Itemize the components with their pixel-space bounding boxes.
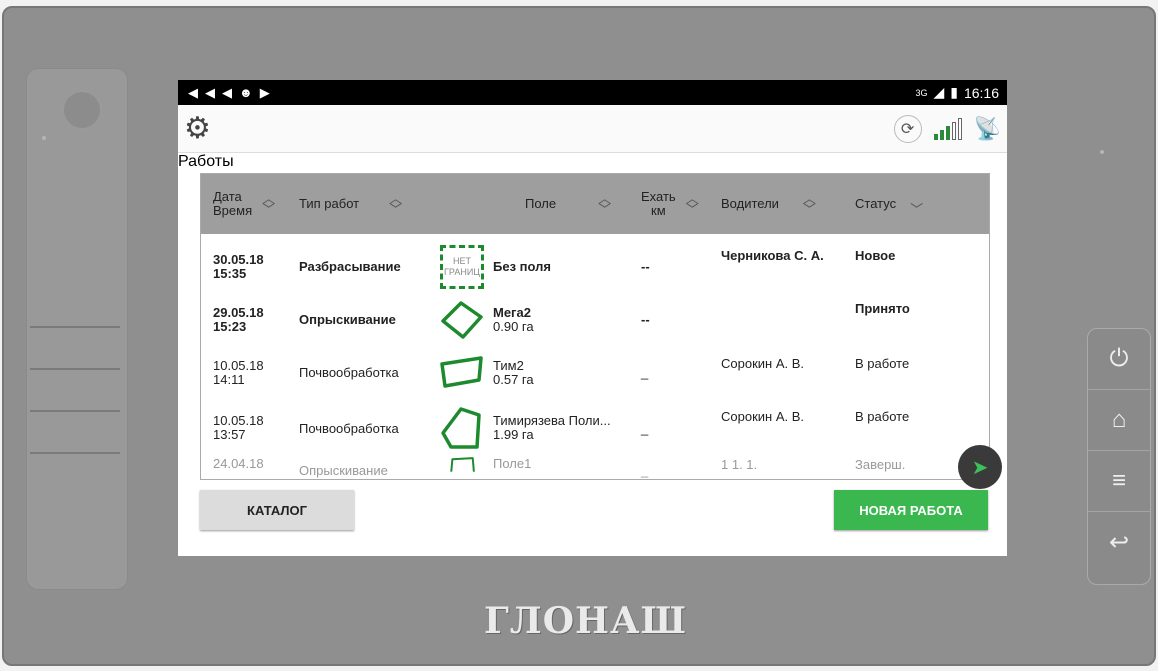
row-date: 29.05.18: [213, 304, 264, 320]
sync-icon[interactable]: ⟳: [893, 114, 922, 143]
row-km: _: [641, 365, 649, 380]
row-date: 10.05.18: [213, 357, 264, 373]
clock: 16:16: [963, 84, 999, 101]
hardware-buttons: ⏻ ⌂ ≡ ↩: [1087, 328, 1151, 585]
column-km-header[interactable]: Ехать км ︿ ﹀: [641, 190, 721, 218]
row-area: 0.90 га: [493, 318, 534, 334]
row-field: Мега2: [493, 304, 531, 320]
sort-icon[interactable]: ︿﹀: [803, 192, 816, 216]
signal-strength-icon: [933, 117, 962, 140]
row-type: Опрыскивание: [299, 463, 388, 478]
navigation-arrow-icon: ➤: [971, 456, 989, 479]
notification-icon: ▶: [259, 84, 271, 100]
row-status: Принято: [855, 301, 910, 316]
table-row[interactable]: 24.04.18 Опрыскивание Поле1 _ 1 1. 1. За…: [201, 456, 989, 479]
table-row[interactable]: 30.05.18 15:35 Разбрасывание НЕТ ГРАНИЦ …: [201, 240, 989, 293]
field-shape: НЕТ ГРАНИЦ: [439, 244, 485, 290]
table-row[interactable]: 29.05.18 15:23 Опрыскивание Мега2 0.90 г…: [201, 293, 989, 346]
camera-icon: [62, 90, 102, 130]
column-field-header[interactable]: Поле ︿ ﹀: [439, 192, 641, 216]
sort-icon[interactable]: ︿﹀: [686, 192, 699, 216]
row-drivers: Черникова С. А.: [721, 248, 824, 263]
row-km: _: [641, 463, 649, 478]
menu-icon[interactable]: ≡: [1088, 451, 1150, 512]
row-status: В работе: [855, 356, 910, 371]
row-area: 1.99 га: [493, 427, 534, 442]
notification-icon: ◀: [222, 84, 233, 100]
row-type: Почвообработка: [299, 365, 399, 380]
table-row[interactable]: 10.05.18 14:11 Почвообработка Тим2 0.57 …: [201, 346, 989, 399]
no-boundary-icon: НЕТ ГРАНИЦ: [440, 244, 484, 289]
row-date: 24.04.18: [213, 456, 264, 471]
row-field: Тим2: [493, 357, 524, 373]
column-status-header[interactable]: Статус ︿﹀: [855, 193, 975, 217]
page-title: Работы: [178, 153, 234, 170]
back-icon[interactable]: ↩: [1088, 512, 1150, 572]
catalog-button[interactable]: КАТАЛОГ: [200, 490, 354, 530]
row-drivers: Сорокин А. В.: [721, 409, 804, 424]
app-bar: ⚙ ⟳ 📡: [178, 105, 1007, 153]
row-km: --: [641, 312, 650, 327]
row-drivers: Сорокин А. В.: [721, 356, 804, 371]
notification-icon: ☻: [239, 84, 254, 100]
field-shape: [450, 457, 475, 472]
brand-logo: ГЛОНАШ: [484, 600, 688, 642]
row-time: 15:23: [213, 318, 247, 334]
row-time: 13:57: [213, 427, 246, 442]
field-shape: [440, 355, 483, 388]
speaker-grill: [30, 326, 120, 536]
row-time: 15:35: [213, 265, 247, 281]
cell-signal-icon: ◢: [933, 84, 945, 100]
sensor-dot: [1100, 150, 1104, 154]
row-field: Без поля: [493, 258, 551, 274]
sort-icon[interactable]: ︿﹀: [910, 193, 923, 216]
row-status: В работе: [855, 409, 910, 424]
notification-icon: ◀: [205, 84, 216, 100]
row-date: 10.05.18: [213, 413, 264, 428]
row-type: Разбрасывание: [299, 259, 401, 274]
row-type: Почвообработка: [299, 420, 399, 436]
works-table: Дата Время ︿ ﹀ Тип работ ︿ ﹀ Поле ︿ ﹀ Ехать…: [200, 173, 990, 480]
notification-icons: ◀ ◀ ◀ ☻ ▶: [188, 85, 271, 101]
sensor-dot: [42, 136, 46, 140]
row-km: --: [641, 259, 650, 274]
field-shape: [441, 300, 483, 339]
navigate-button[interactable]: ➤: [958, 445, 1002, 489]
row-km: _: [641, 420, 649, 436]
column-type-header[interactable]: Тип работ ︿ ﹀: [299, 192, 439, 216]
row-drivers: 1 1. 1.: [721, 457, 758, 472]
network-type: 3G: [915, 87, 928, 98]
gear-icon[interactable]: ⚙: [184, 113, 211, 144]
table-header: Дата Время ︿ ﹀ Тип работ ︿ ﹀ Поле ︿ ﹀ Ехать…: [201, 174, 989, 234]
sort-icon[interactable]: ︿﹀: [389, 192, 402, 216]
column-date-header[interactable]: Дата Время ︿ ﹀: [201, 190, 299, 218]
row-type: Опрыскивание: [299, 312, 396, 327]
table-row[interactable]: 10.05.18 13:57 Почвообработка Тимирязева…: [201, 399, 989, 457]
row-date: 30.05.18: [213, 251, 264, 267]
row-status: Заверш.: [855, 457, 906, 472]
new-work-button[interactable]: НОВАЯ РАБОТА: [834, 490, 988, 530]
power-icon[interactable]: ⏻: [1088, 329, 1150, 390]
sort-icon[interactable]: ︿﹀: [262, 192, 275, 216]
row-status: Новое: [855, 248, 896, 263]
home-icon[interactable]: ⌂: [1088, 390, 1150, 451]
notification-icon: ◀: [188, 84, 199, 100]
row-area: 0.57 га: [493, 371, 534, 387]
screen: ◀ ◀ ◀ ☻ ▶ 3G ◢ ▮ 16:16 ⚙ ⟳ 📡 Работы Дата…: [178, 80, 1007, 556]
row-field: Поле1: [493, 456, 532, 471]
satellite-icon[interactable]: 📡: [974, 116, 1001, 142]
status-bar: ◀ ◀ ◀ ☻ ▶ 3G ◢ ▮ 16:16: [178, 80, 1007, 105]
column-drivers-header[interactable]: Водители ︿ ﹀: [721, 192, 855, 216]
row-time: 14:11: [213, 371, 245, 387]
sort-icon[interactable]: ︿﹀: [598, 192, 611, 216]
field-shape: [441, 407, 481, 449]
battery-icon: ▮: [950, 84, 958, 100]
row-field: Тимирязева Поли...: [493, 413, 611, 428]
